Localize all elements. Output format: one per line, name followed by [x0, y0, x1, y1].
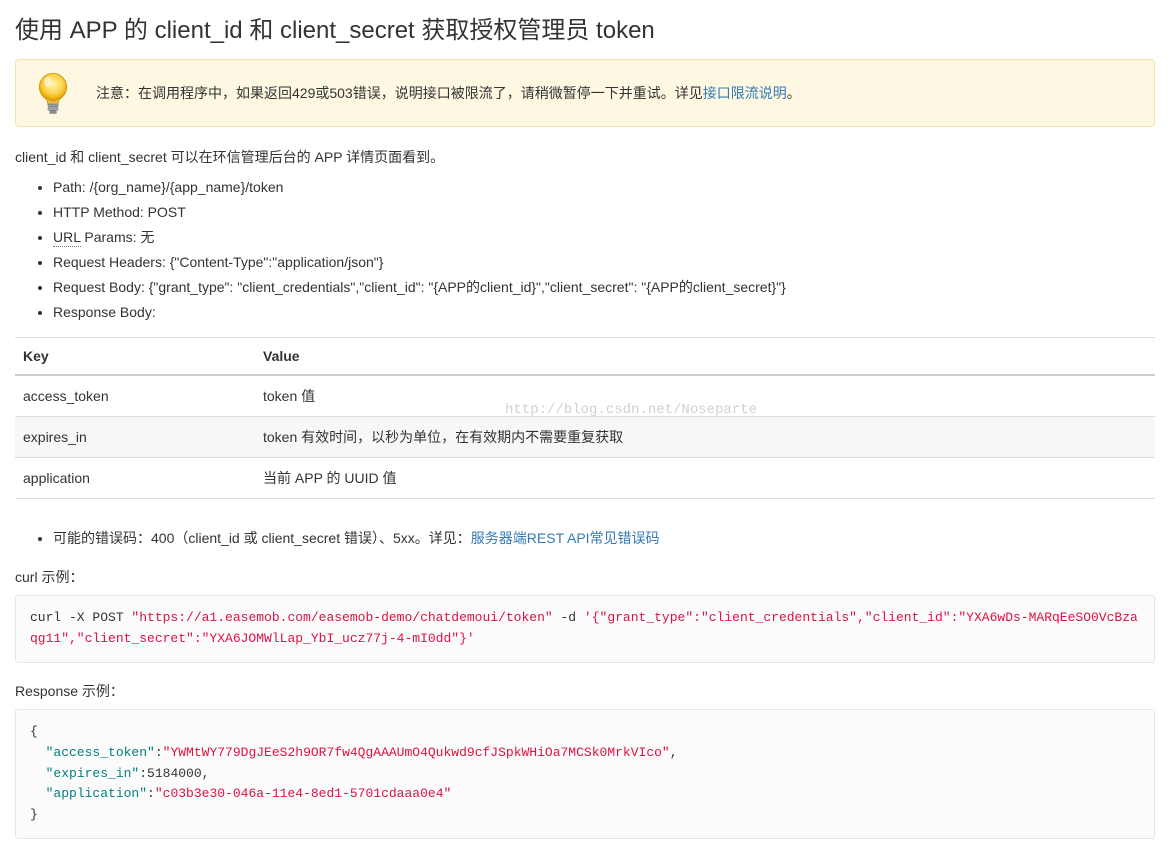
detail-item: Request Body: {"grant_type": "client_cre…	[53, 277, 1155, 298]
table-header-value: Value	[255, 338, 1155, 376]
table-cell-key: access_token	[15, 375, 255, 417]
detail-item: Path: /{org_name}/{app_name}/token	[53, 177, 1155, 198]
table-header-key: Key	[15, 338, 255, 376]
table-cell-value: 当前 APP 的 UUID 值	[255, 458, 1155, 499]
table-cell-value: token 有效时间，以秒为单位，在有效期内不需要重复获取	[255, 417, 1155, 458]
intro-text: client_id 和 client_secret 可以在环信管理后台的 APP…	[15, 147, 1155, 167]
detail-item: Request Headers: {"Content-Type":"applic…	[53, 252, 1155, 273]
notice-text-prefix: 注意：在调用程序中，如果返回429或503错误，说明接口被限流了，请稍微暂停一下…	[96, 85, 703, 101]
error-code-prefix: 可能的错误码：400（client_id 或 client_secret 错误）…	[53, 530, 471, 546]
error-code-link[interactable]: 服务器端REST API常见错误码	[471, 530, 660, 546]
detail-item: Response Body:	[53, 302, 1155, 323]
curl-example-label: curl 示例：	[15, 567, 1155, 587]
resp-k1: "access_token"	[46, 745, 155, 760]
table-cell-key: expires_in	[15, 417, 255, 458]
resp-v2: 5184000	[147, 766, 202, 781]
curl-mid: -d	[553, 610, 584, 625]
page-title: 使用 APP 的 client_id 和 client_secret 获取授权管…	[15, 10, 1155, 45]
curl-code-block: curl -X POST "https://a1.easemob.com/eas…	[15, 595, 1155, 663]
table-cell-key: application	[15, 458, 255, 499]
table-row: access_tokentoken 值	[15, 375, 1155, 417]
notice-text-suffix: 。	[787, 85, 801, 101]
detail-item: URL Params: 无	[53, 227, 1155, 248]
curl-cmd: curl -X POST	[30, 610, 131, 625]
notice-box: 注意：在调用程序中，如果返回429或503错误，说明接口被限流了，请稍微暂停一下…	[15, 59, 1155, 127]
resp-v3: "c03b3e30-046a-11e4-8ed1-5701cdaaa0e4"	[155, 786, 451, 801]
resp-open: {	[30, 724, 38, 739]
response-code-block: { "access_token":"YWMtWY779DgJEeS2h9OR7f…	[15, 709, 1155, 839]
response-body-table: Key Value access_tokentoken 值expires_int…	[15, 337, 1155, 499]
detail-list: Path: /{org_name}/{app_name}/token HTTP M…	[15, 177, 1155, 323]
resp-k3: "application"	[46, 786, 147, 801]
rate-limit-link[interactable]: 接口限流说明	[703, 85, 787, 101]
resp-v1: "YWMtWY779DgJEeS2h9OR7fw4QgAAAUmO4Qukwd9…	[163, 745, 670, 760]
curl-url: "https://a1.easemob.com/easemob-demo/cha…	[131, 610, 552, 625]
table-row: expires_intoken 有效时间，以秒为单位，在有效期内不需要重复获取	[15, 417, 1155, 458]
error-code-list: 可能的错误码：400（client_id 或 client_secret 错误）…	[15, 527, 1155, 549]
resp-k2: "expires_in"	[46, 766, 140, 781]
response-example-label: Response 示例：	[15, 681, 1155, 701]
table-cell-value: token 值	[255, 375, 1155, 417]
detail-item: HTTP Method: POST	[53, 202, 1155, 223]
lightbulb-icon	[32, 70, 74, 116]
table-row: application当前 APP 的 UUID 值	[15, 458, 1155, 499]
